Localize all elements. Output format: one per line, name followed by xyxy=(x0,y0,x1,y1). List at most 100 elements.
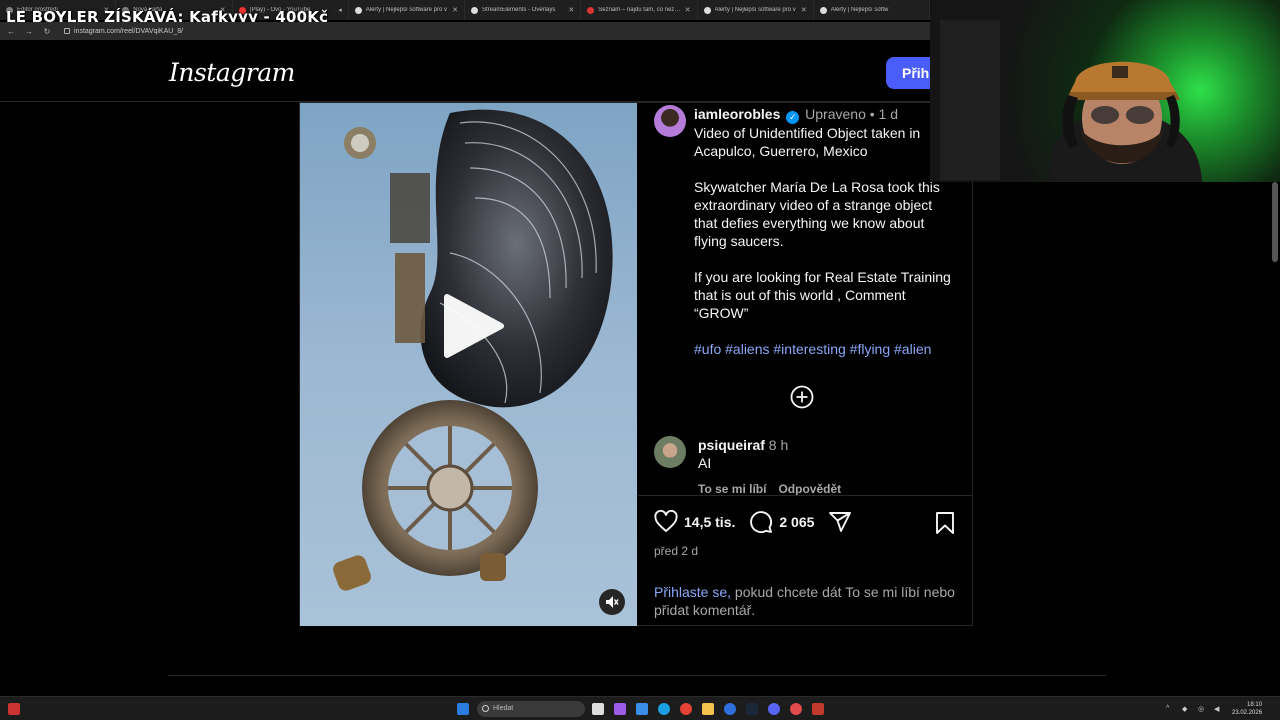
tray-app-icon[interactable]: ◆ xyxy=(1182,705,1187,713)
share-action xyxy=(828,510,852,534)
post-time[interactable]: 1 d xyxy=(879,106,898,122)
page-scrollbar[interactable] xyxy=(1272,182,1278,262)
speaker-icon[interactable]: ◂ xyxy=(338,6,342,14)
browser-tab[interactable]: Alerty | Nejlepší software pro v ✕ xyxy=(349,0,465,20)
webcam-overlay xyxy=(930,0,1280,182)
comment-like-link[interactable]: To se mi líbí xyxy=(698,482,766,496)
verified-badge-icon: ✓ xyxy=(786,111,800,124)
instagram-logo[interactable]: Instagram xyxy=(169,58,295,87)
comment-item: psiqueiraf 8 h AI xyxy=(654,436,788,472)
app-icon[interactable] xyxy=(724,703,736,715)
instagram-header: Instagram Přihl xyxy=(0,40,946,102)
avatar[interactable] xyxy=(654,105,686,137)
tab-favicon-icon xyxy=(819,6,827,14)
reload-icon[interactable]: ↻ xyxy=(42,27,52,36)
notification-app-icon[interactable] xyxy=(8,703,20,715)
author-username[interactable]: iamleorobles xyxy=(694,106,780,122)
tab-label: Alerty | Nejlepší softw xyxy=(830,7,889,13)
comment-reply-link[interactable]: Odpovědět xyxy=(778,482,841,496)
back-icon[interactable]: ← xyxy=(6,27,16,36)
tab-favicon-icon xyxy=(587,6,595,14)
taskbar-search[interactable]: Hledat xyxy=(477,701,585,717)
like-action: 14,5 tis. xyxy=(654,510,735,534)
close-icon[interactable]: ✕ xyxy=(801,6,807,14)
caption-block: iamleorobles ✓ Upraveno • 1 d Video of U… xyxy=(654,105,964,358)
site-info-icon[interactable] xyxy=(64,28,70,34)
app-icon[interactable] xyxy=(790,703,802,715)
login-link[interactable]: Přihlaste se, xyxy=(654,584,731,600)
tray-chevron-icon[interactable]: ^ xyxy=(1166,705,1169,712)
comment-action: 2 065 xyxy=(749,510,814,534)
search-icon xyxy=(482,705,489,712)
play-icon[interactable] xyxy=(441,293,505,359)
widgets-icon[interactable] xyxy=(614,703,626,715)
caption-text: iamleorobles ✓ Upraveno • 1 d Video of U… xyxy=(694,105,954,358)
mute-toggle-button[interactable] xyxy=(599,589,625,615)
comment-text: AI xyxy=(698,455,712,471)
heart-icon[interactable] xyxy=(654,510,678,534)
tab-favicon-icon xyxy=(703,6,711,14)
video-player[interactable] xyxy=(300,103,637,626)
comment-time: 8 h xyxy=(768,437,789,453)
file-explorer-icon[interactable] xyxy=(702,703,714,715)
close-icon[interactable]: ✕ xyxy=(452,6,458,14)
action-row: 14,5 tis. 2 065 xyxy=(654,510,866,534)
tab-label: StreamElements - Overlays xyxy=(482,7,556,13)
avatar[interactable] xyxy=(654,436,686,468)
address-bar: ← → ↻ instagram.com/reel/DVAVqiKAU_8/ xyxy=(0,22,930,40)
bookmark-icon[interactable] xyxy=(934,511,956,535)
login-prompt: Přihlaste se, pokud chcete dát To se mi … xyxy=(654,583,964,619)
chrome-icon[interactable] xyxy=(680,703,692,715)
tab-label: Alerty | Nejlepší software pro v xyxy=(714,7,796,13)
comment-username[interactable]: psiqueiraf xyxy=(698,437,765,453)
load-more-comments-icon[interactable] xyxy=(790,385,814,409)
footer-divider xyxy=(168,675,1106,676)
comment-body: psiqueiraf 8 h AI xyxy=(698,436,788,472)
browser-tab[interactable]: Seznam – najdu tam, co nezná ✕ xyxy=(581,0,698,20)
caption-paragraph: Skywatcher María De La Rosa took this ex… xyxy=(694,179,940,249)
like-count[interactable]: 14,5 tis. xyxy=(684,514,735,530)
forward-icon[interactable]: → xyxy=(24,27,34,36)
streamer-webcam-image xyxy=(940,20,1202,182)
search-placeholder: Hledat xyxy=(493,705,514,712)
app-icon[interactable] xyxy=(636,703,648,715)
comment-icon[interactable] xyxy=(749,510,773,534)
share-icon[interactable] xyxy=(828,510,852,534)
speaker-muted-icon xyxy=(606,596,619,608)
discord-icon[interactable] xyxy=(768,703,780,715)
post-actions-section: 14,5 tis. 2 065 před 2 d Přihlaste se, p… xyxy=(638,495,973,626)
tab-label: Alerty | Nejlepší software pro v xyxy=(365,7,448,13)
browser-tab[interactable]: Alerty | Nejlepší software pro v ✕ xyxy=(698,0,814,20)
post-details-panel: iamleorobles ✓ Upraveno • 1 d Video of U… xyxy=(638,103,973,626)
close-icon[interactable]: ✕ xyxy=(685,6,691,14)
edited-label: Upraveno xyxy=(805,106,866,122)
url-text: instagram.com/reel/DVAVqiKAU_8/ xyxy=(74,27,184,35)
browser-tab[interactable]: StreamElements - Overlays ✕ xyxy=(465,0,582,20)
tab-favicon-icon xyxy=(354,6,362,14)
network-icon[interactable]: ◎ xyxy=(1198,705,1204,713)
edge-icon[interactable] xyxy=(658,703,670,715)
comment-actions: To se mi líbí Odpovědět xyxy=(698,482,841,496)
task-view-icon[interactable] xyxy=(592,703,604,715)
tab-label: Seznam – najdu tam, co nezná xyxy=(598,7,681,13)
tab-favicon-icon xyxy=(471,6,478,14)
taskbar-clock[interactable]: 18:10 23.02.2026 xyxy=(1232,701,1262,717)
separator-dot: • xyxy=(869,106,879,122)
windows-taskbar: Hledat ^ ◆ ◎ ◀ 18:10 23.02.2026 xyxy=(0,696,1280,720)
comment-count: 2 065 xyxy=(779,514,815,530)
reel-post: iamleorobles ✓ Upraveno • 1 d Video of U… xyxy=(299,102,973,626)
caption-paragraph: If you are looking for Real Estate Train… xyxy=(694,269,951,321)
steam-icon[interactable] xyxy=(746,703,758,715)
close-icon[interactable]: ✕ xyxy=(568,6,574,14)
clock-time: 18:10 xyxy=(1247,702,1263,708)
windows-start-icon[interactable] xyxy=(457,703,469,715)
url-field[interactable]: instagram.com/reel/DVAVqiKAU_8/ xyxy=(64,28,183,35)
posted-ago[interactable]: před 2 d xyxy=(654,544,698,558)
video-frame-image xyxy=(333,109,613,591)
hashtags[interactable]: #ufo #aliens #interesting #flying #alien xyxy=(694,340,954,358)
caption-line: Video of Unidentified Object taken in Ac… xyxy=(694,125,921,159)
clock-date: 23.02.2026 xyxy=(1232,710,1263,716)
volume-icon[interactable]: ◀ xyxy=(1214,705,1219,713)
browser-tab[interactable]: Alerty | Nejlepší softw xyxy=(814,0,930,20)
app-icon[interactable] xyxy=(812,703,824,715)
